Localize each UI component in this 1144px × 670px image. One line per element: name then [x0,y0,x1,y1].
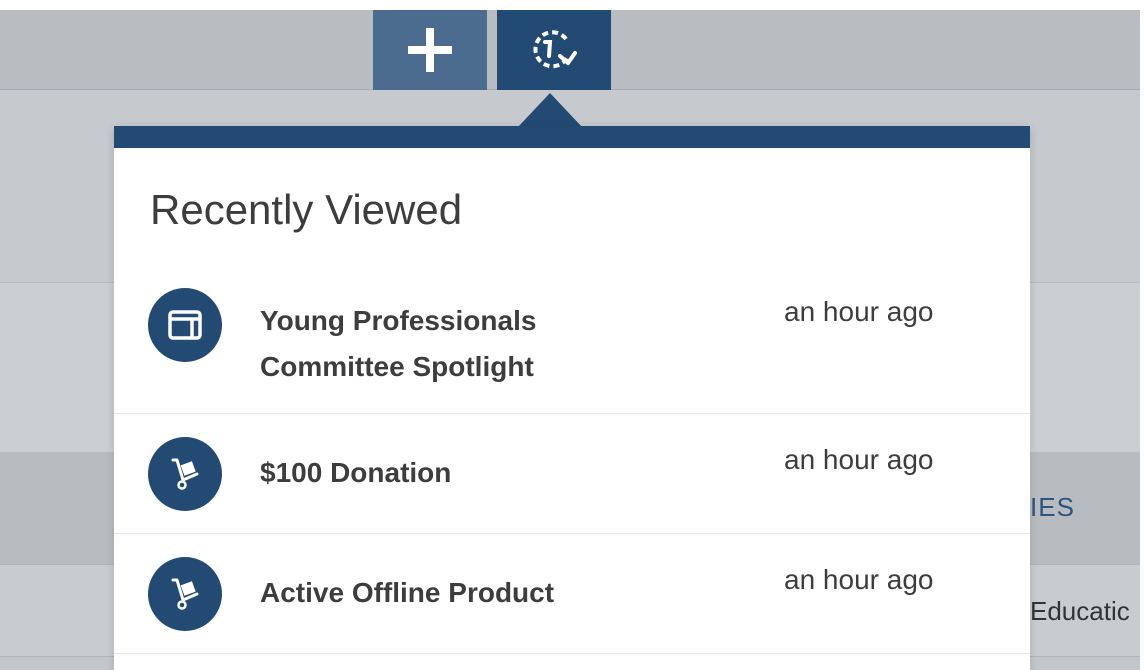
recent-history-icon [533,30,577,69]
recent-item-label: Young Professionals Committee Spotlight [260,305,537,382]
recent-item[interactable]: Active Offline Product an hour ago [114,534,1030,654]
recently-viewed-button[interactable] [497,10,611,90]
recent-item-time: an hour ago [784,296,934,327]
recent-item[interactable]: Young Professionals Committee Spotlight … [114,266,1030,414]
plus-icon [408,28,452,72]
hand-truck-icon [148,557,222,631]
recent-item-time: an hour ago [784,564,934,595]
recently-viewed-dropdown: Recently Viewed Young Professionals Comm… [114,126,1030,670]
app-frame: IES Educatic Recently Viewed Young Profe… [0,0,1144,670]
right-edge [1140,0,1144,670]
recent-item[interactable]: $100 Donation an hour ago [114,414,1030,534]
recent-item-label: $100 Donation [260,457,452,488]
top-edge [0,0,1144,10]
page-icon [148,288,222,362]
dropdown-pointer [518,93,582,127]
dropdown-title: Recently Viewed [150,186,463,233]
hand-truck-icon [148,437,222,511]
recent-item-time: an hour ago [784,444,934,475]
add-button[interactable] [373,10,487,90]
table-cell: Educatic [1030,596,1130,626]
table-column-header: IES [1030,492,1075,522]
recent-item-label: Active Offline Product [260,577,555,608]
